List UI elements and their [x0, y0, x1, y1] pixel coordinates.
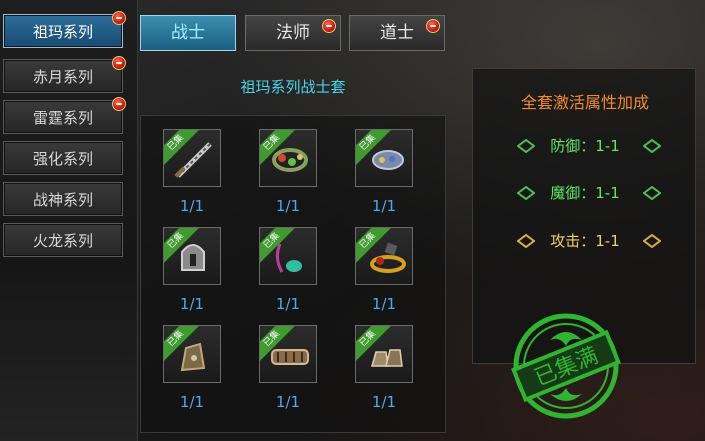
equipment-slot[interactable]: 已集 [259, 325, 317, 383]
tab-taoist[interactable]: 道士 [349, 15, 445, 51]
item-count: 1/1 [371, 393, 397, 411]
notification-badge-icon [112, 56, 126, 70]
sidebar-item-label: 雷霆系列 [32, 109, 93, 127]
sidebar-item-label: 火龙系列 [32, 232, 93, 250]
stat-row-defense: 防御：1-1 [473, 135, 697, 157]
stat-row-attack: 攻击：1-1 [473, 230, 697, 252]
tab-label: 战士 [171, 23, 205, 43]
ornament-right-icon [643, 186, 661, 200]
bonus-title: 全套激活属性加成 [520, 93, 649, 112]
sidebar-item-huolong[interactable]: 火龙系列 [3, 223, 123, 257]
ornament-right-icon [643, 139, 661, 153]
collected-stamp: 已集满 [511, 313, 621, 419]
item-count: 1/1 [275, 393, 301, 411]
item-count: 1/1 [371, 295, 397, 313]
tab-label: 法师 [276, 23, 310, 43]
tab-mage[interactable]: 法师 [245, 15, 341, 51]
notification-badge-icon [112, 11, 126, 25]
item-count: 1/1 [275, 197, 301, 215]
sidebar-item-label: 强化系列 [32, 150, 93, 168]
equipment-slot[interactable]: 已集 [259, 227, 317, 285]
item-count: 1/1 [371, 197, 397, 215]
stat-row-magic-defense: 魔御：1-1 [473, 182, 697, 204]
tab-warrior[interactable]: 战士 [140, 15, 236, 51]
item-count: 1/1 [179, 197, 205, 215]
ornament-right-icon [643, 234, 661, 248]
sidebar-item-label: 赤月系列 [32, 68, 93, 86]
equipment-slot[interactable]: 已集 [163, 227, 221, 285]
sidebar-item-qianghua[interactable]: 强化系列 [3, 141, 123, 175]
sidebar-item-label: 祖玛系列 [32, 23, 93, 41]
sidebar-item-label: 战神系列 [32, 191, 93, 209]
notification-badge-icon [322, 19, 336, 33]
stat-magic-defense: 魔御：1-1 [550, 184, 620, 202]
set-title: 祖玛系列战士套 [240, 78, 346, 96]
equipment-slot[interactable]: 已集 [355, 227, 413, 285]
sidebar-item-chiyue[interactable]: 赤月系列 [3, 56, 126, 93]
sidebar-item-zuma[interactable]: 祖玛系列 [3, 11, 126, 48]
sidebar-item-leiting[interactable]: 雷霆系列 [3, 97, 126, 134]
equipment-slot[interactable]: 已集 [355, 325, 413, 383]
notification-badge-icon [426, 19, 440, 33]
equipment-slot[interactable]: 已集 [355, 129, 413, 187]
item-count: 1/1 [179, 393, 205, 411]
stat-attack: 攻击：1-1 [550, 232, 620, 250]
notification-badge-icon [112, 97, 126, 111]
equipment-slot[interactable]: 已集 [163, 129, 221, 187]
tab-label: 道士 [380, 23, 414, 43]
series-sidebar: 祖玛系列 赤月系列 雷霆系列 强化系列 战神系列 火龙系列 [0, 0, 138, 441]
equipment-slot[interactable]: 已集 [163, 325, 221, 383]
equipment-slot[interactable]: 已集 [259, 129, 317, 187]
stat-defense: 防御：1-1 [550, 137, 620, 155]
item-count: 1/1 [275, 295, 301, 313]
sidebar-item-zhanshen[interactable]: 战神系列 [3, 182, 123, 216]
item-count: 1/1 [179, 295, 205, 313]
